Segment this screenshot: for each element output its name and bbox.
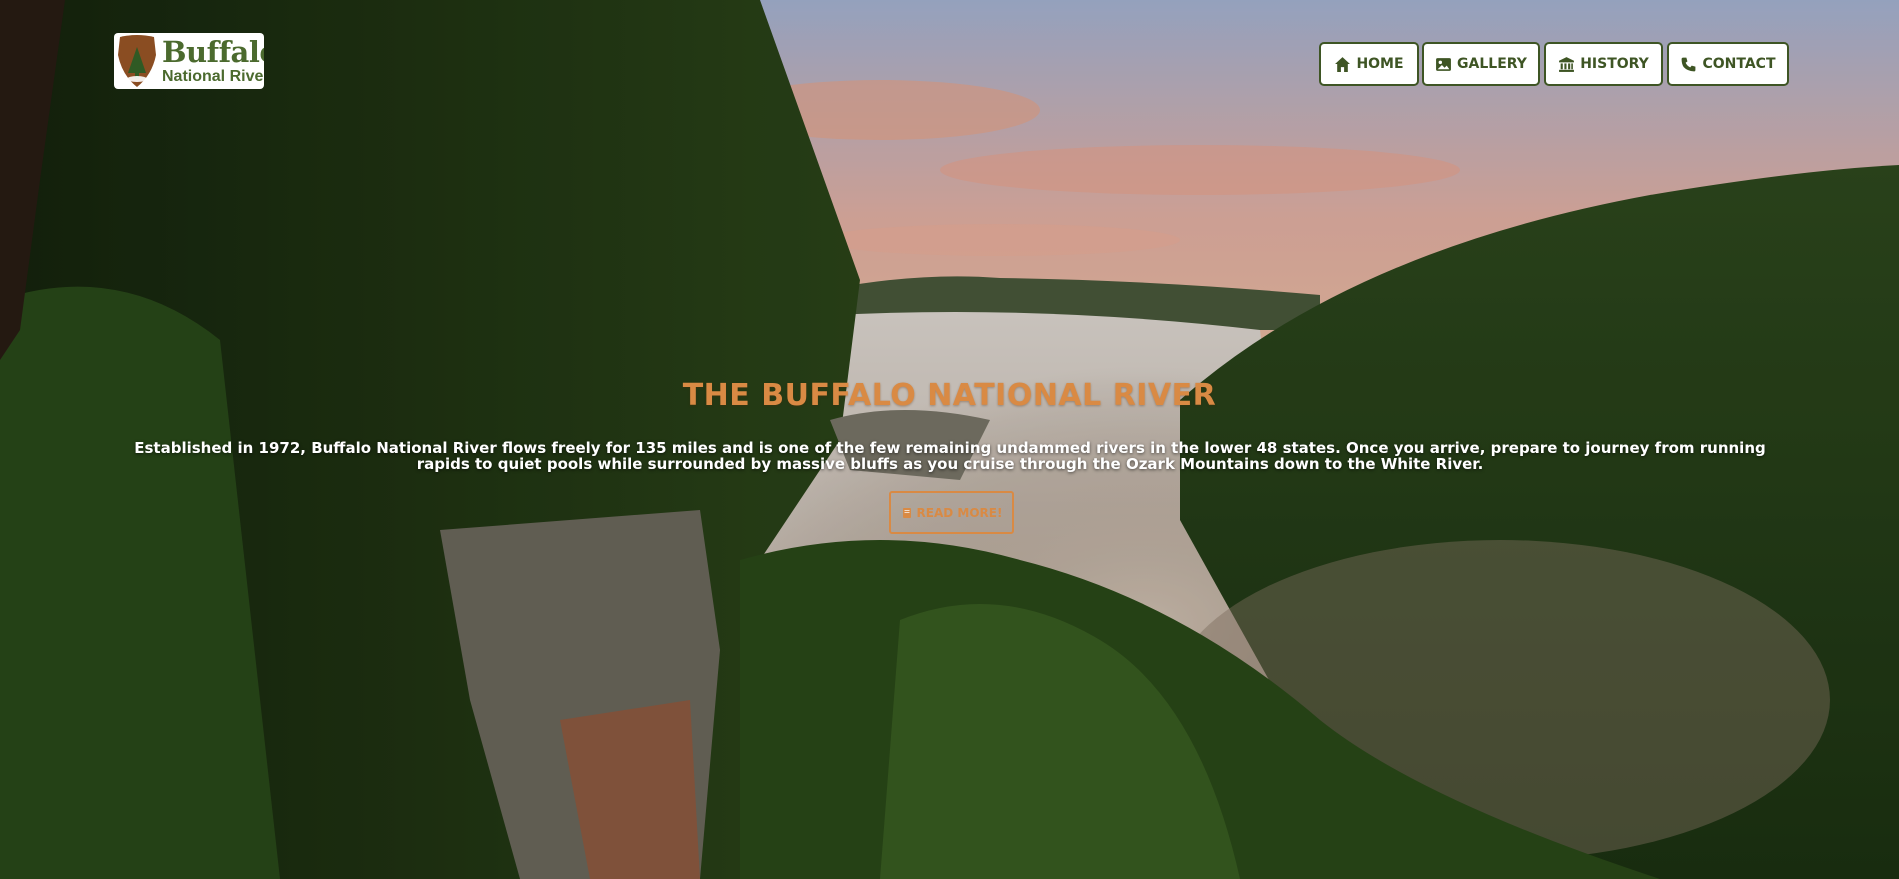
nps-arrowhead-icon (118, 35, 156, 87)
hero-section: Buffalo National River HOME GALLERY (0, 0, 1899, 879)
nav-home-button[interactable]: HOME (1319, 42, 1419, 86)
logo-text: Buffalo National River (162, 34, 264, 85)
image-icon (1436, 57, 1451, 71)
nav-contact-label: CONTACT (1702, 56, 1776, 72)
read-more-button[interactable]: READ MORE! (889, 491, 1014, 534)
site-logo[interactable]: Buffalo National River (114, 33, 264, 89)
logo-subtitle: National River (162, 67, 264, 85)
nav-contact-button[interactable]: CONTACT (1667, 42, 1789, 86)
nav-home-label: HOME (1356, 56, 1404, 72)
home-icon (1335, 56, 1351, 72)
phone-icon (1682, 57, 1696, 71)
hero-title: THE BUFFALO NATIONAL RIVER (682, 378, 1217, 413)
hero-description: Established in 1972, Buffalo National Ri… (134, 439, 1766, 473)
nav-history-label: HISTORY (1580, 56, 1649, 72)
logo-title: Buffalo (162, 34, 264, 69)
read-more-label: READ MORE! (916, 505, 1003, 520)
nav-gallery-button[interactable]: GALLERY (1422, 42, 1540, 86)
nav-gallery-label: GALLERY (1457, 56, 1527, 72)
book-icon (902, 507, 911, 518)
landmark-icon (1559, 56, 1575, 72)
nav-history-button[interactable]: HISTORY (1544, 42, 1663, 86)
